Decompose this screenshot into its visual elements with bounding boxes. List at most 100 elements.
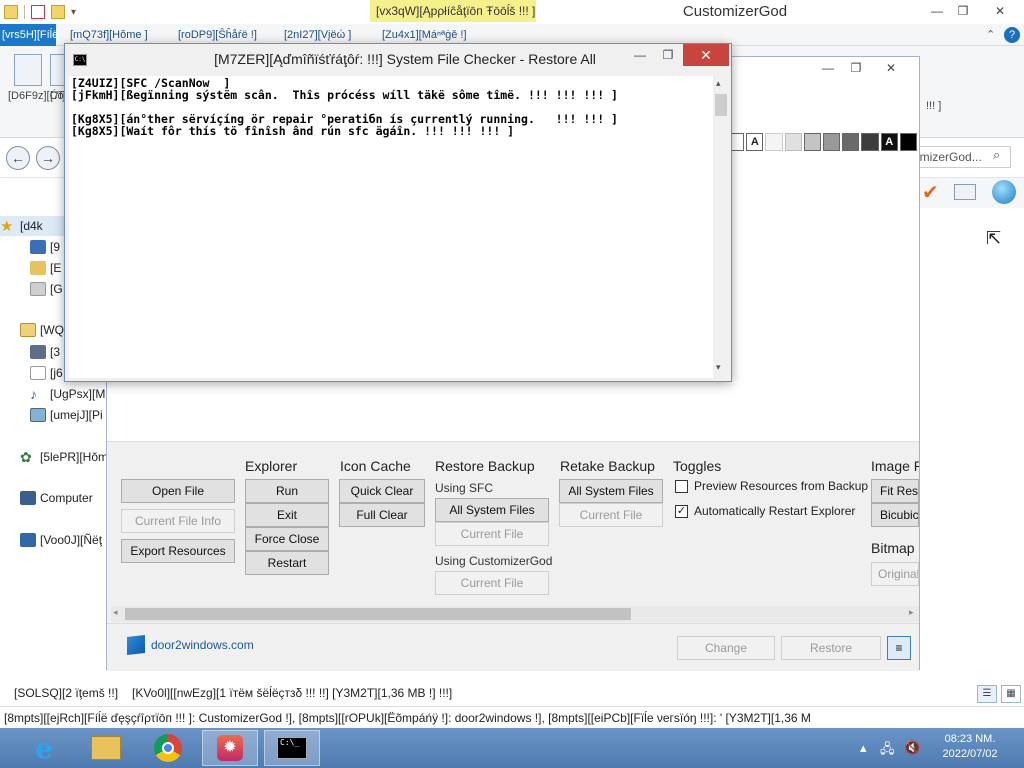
retake-all-system-files-button[interactable]: All System Files <box>559 479 663 503</box>
checkbox-checked[interactable]: ✓ <box>675 504 688 518</box>
star-icon: ★ <box>0 218 14 235</box>
maximize-button[interactable]: ❐ <box>950 2 976 20</box>
exit-button[interactable]: Exit <box>245 503 329 527</box>
scrollbar-thumb[interactable] <box>715 94 727 116</box>
volume-muted-icon[interactable]: 🔇 <box>904 740 920 756</box>
card-icon[interactable] <box>954 184 976 200</box>
retake-current-file-button[interactable]: Current File <box>559 503 663 527</box>
console-vertical-scrollbar[interactable]: ▴ ▾ <box>713 76 729 378</box>
swatch[interactable] <box>803 133 822 151</box>
run-button[interactable]: Run <box>245 479 329 503</box>
restore-current-file-cg-button[interactable]: Current File <box>435 571 549 595</box>
maximize-button[interactable]: ❐ <box>843 59 869 77</box>
new-folder-icon[interactable] <box>51 5 65 19</box>
export-resources-button[interactable]: Export Resources <box>121 539 235 563</box>
scroll-left-icon[interactable]: ◂ <box>113 607 118 618</box>
console-output[interactable]: [Z4UIZ][SFC /ScanNow ] [jFkmH][ßegïnning… <box>69 76 713 378</box>
back-button[interactable]: ← <box>6 146 30 170</box>
group-bitmap-title: Bitmap <box>871 540 915 556</box>
bicubic-button[interactable]: Bicubic <box>871 503 919 527</box>
console-title: [M7ZER][Ąďmîñïśťŕáţôŕ: !!!] System File … <box>214 51 596 67</box>
preview-resources-toggle[interactable]: Preview Resources from Backup <box>675 479 868 493</box>
horizontal-scrollbar[interactable]: ◂ ▸ <box>111 606 919 622</box>
application-tools-context-tab[interactable]: [vx3qW][Ąрρłíĉåţïōп Ŧōōĺš !!! ] <box>370 0 536 22</box>
clock-time: 08:23 NM. <box>944 733 996 745</box>
minimize-button[interactable]: — <box>924 2 950 20</box>
help-icon[interactable]: ? <box>1004 27 1020 43</box>
minimize-button[interactable]: — <box>627 44 653 66</box>
minimize-button[interactable]: — <box>815 59 841 77</box>
close-button[interactable]: ✕ <box>980 2 1020 20</box>
nav-label: [WQ <box>40 323 64 337</box>
swatch[interactable] <box>899 133 918 151</box>
tab-file[interactable]: [vrs5H][Fíĺё <box>0 24 56 46</box>
toggle-label: Automatically Restart Explorer <box>694 504 856 518</box>
customizergod-taskbar-button[interactable]: ✹ <box>202 730 258 766</box>
maximize-button[interactable]: ❐ <box>655 44 681 66</box>
computer-icon <box>20 491 36 505</box>
globe-icon[interactable] <box>992 180 1016 204</box>
nav-label: Computer <box>40 491 93 505</box>
checkmark-icon[interactable]: ✔ <box>922 180 939 205</box>
recent-places-icon <box>30 282 46 296</box>
item-count: [SOLSQ][2 ïţеmš !!] <box>14 686 119 700</box>
scroll-up-icon[interactable]: ▴ <box>716 78 721 89</box>
nav-label: [j6 <box>50 366 63 380</box>
auto-restart-explorer-toggle[interactable]: ✓ Automatically Restart Explorer <box>675 504 855 518</box>
restore-all-system-files-button[interactable]: All System Files <box>435 498 549 522</box>
menu-button[interactable]: ≡ <box>887 636 911 660</box>
swatch[interactable]: A <box>746 133 764 151</box>
nav-label: [Voo0J][Ñёţ <box>40 533 103 547</box>
search-icon[interactable]: ⌕ <box>993 147 1000 163</box>
restore-button[interactable]: Restore <box>781 636 881 660</box>
ie-glyph: e <box>35 731 53 765</box>
group-toggles-title: Toggles <box>673 458 722 474</box>
group-image-resize-title: Image R <box>871 458 919 474</box>
console-taskbar-button[interactable]: C:\_ <box>264 730 320 766</box>
change-button[interactable]: Change <box>677 636 775 660</box>
mouse-cursor-icon: ⇱ <box>986 228 1002 248</box>
properties-icon[interactable] <box>4 5 18 19</box>
collapse-ribbon-icon[interactable]: ⌃ <box>986 24 995 46</box>
close-button[interactable]: ✕ <box>873 59 909 77</box>
window-title: CustomizerGod <box>682 3 788 20</box>
current-file-info-button[interactable]: Current File Info <box>121 509 235 533</box>
scrollbar-thumb[interactable] <box>125 608 631 620</box>
file-explorer-taskbar-button[interactable] <box>78 730 134 766</box>
nav-label: [G <box>50 282 63 296</box>
network-tray-icon[interactable]: 🖧 <box>880 740 895 762</box>
checkbox[interactable] <box>675 479 688 493</box>
original-button[interactable]: Original <box>871 562 919 586</box>
group-icon-cache-title: Icon Cache <box>340 458 411 474</box>
scroll-down-icon[interactable]: ▾ <box>716 362 721 373</box>
close-button[interactable]: ✕ <box>683 44 729 66</box>
system-clock[interactable]: 08:23 NM. 2022/07/02 <box>920 732 1020 762</box>
nav-label: [9 <box>50 240 61 254</box>
forward-button[interactable]: → <box>36 146 60 170</box>
full-clear-button[interactable]: Full Clear <box>339 503 425 527</box>
swatch[interactable] <box>823 133 841 151</box>
chevron-down-icon[interactable]: ▾ <box>71 7 76 18</box>
taskbar: e ✹ C:\_ ▴ 🖧 🔇 08:23 NM. 2022/07/02 <box>0 728 1024 768</box>
quick-clear-button[interactable]: Quick Clear <box>339 479 425 503</box>
large-icons-view-icon[interactable]: ▦ <box>1001 685 1021 703</box>
copy-icon[interactable] <box>14 54 42 86</box>
swatch[interactable] <box>765 133 783 151</box>
force-close-button[interactable]: Force Close <box>245 527 329 551</box>
restart-button[interactable]: Restart <box>245 551 329 575</box>
fit-resize-button[interactable]: Fit Resiz <box>871 479 919 503</box>
swatch[interactable] <box>861 133 879 151</box>
chrome-icon[interactable] <box>140 730 196 766</box>
internet-explorer-icon[interactable]: e <box>16 730 72 766</box>
door2windows-link[interactable]: door2windows.com <box>151 638 254 652</box>
open-file-button[interactable]: Open File <box>121 479 235 503</box>
restore-current-file-sfc-button[interactable]: Current File <box>435 522 549 546</box>
scroll-right-icon[interactable]: ▸ <box>909 607 914 618</box>
swatch[interactable] <box>784 133 802 151</box>
details-view-icon[interactable]: ☰ <box>977 685 997 703</box>
new-document-icon[interactable] <box>31 5 45 19</box>
swatch[interactable]: A <box>880 133 898 151</box>
nav-label: [umejJ][Pi <box>50 408 103 422</box>
swatch[interactable] <box>842 133 860 151</box>
show-hidden-icons[interactable]: ▴ <box>860 740 867 756</box>
